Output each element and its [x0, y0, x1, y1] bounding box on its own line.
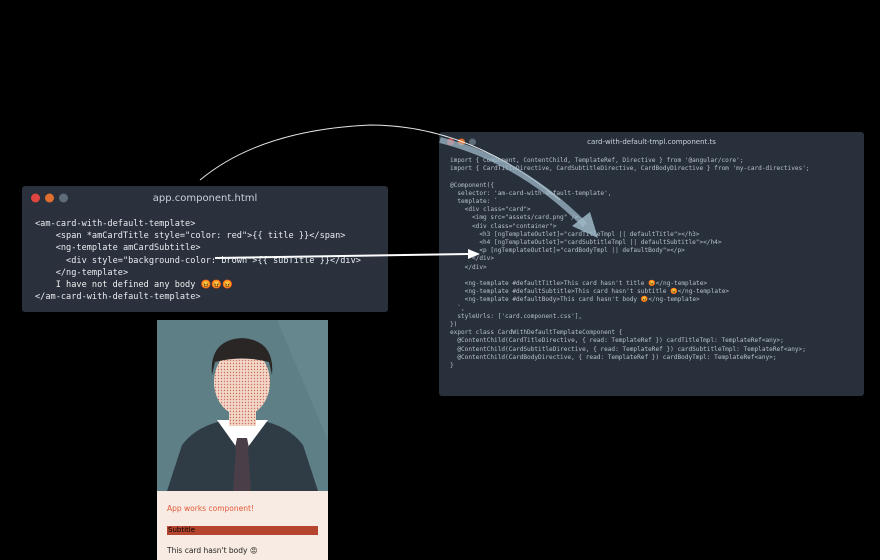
- app-component-window: app.component.html <am-card-with-default…: [22, 186, 388, 312]
- code-line: @Component({: [450, 181, 495, 189]
- card-body: This card hasn't body 😡: [167, 546, 258, 555]
- code-line: `,: [450, 304, 465, 312]
- window-controls: [31, 193, 68, 203]
- maximize-dot-icon[interactable]: [469, 138, 476, 146]
- code-editor[interactable]: import { Component, ContentChild, Templa…: [439, 152, 864, 370]
- window-controls: [447, 138, 476, 146]
- card-title: App works component!: [167, 504, 254, 513]
- code-line: </div>: [450, 255, 495, 263]
- code-line: import { Component, ContentChild, Templa…: [450, 157, 744, 164]
- code-line: </ng-template>: [35, 267, 129, 278]
- code-line: <div class="container">: [450, 222, 557, 230]
- window-title: card-with-default-tmpl.component.ts: [587, 138, 716, 146]
- avatar-illustration-icon: [157, 320, 328, 491]
- window-titlebar: card-with-default-tmpl.component.ts: [439, 132, 864, 152]
- code-line: <span *amCardTitle style="color: red">{{…: [35, 231, 346, 242]
- code-line: <img src="assets/card.png" />: [450, 214, 579, 222]
- minimize-dot-icon[interactable]: [45, 193, 54, 203]
- code-line: <p [ngTemplateOutlet]="cardBodyTmpl || d…: [450, 247, 685, 255]
- card-preview: App works component! Subtitle This card …: [157, 320, 328, 560]
- code-line: selector: 'am-card-with-default-template…: [450, 189, 612, 197]
- maximize-dot-icon[interactable]: [59, 193, 68, 203]
- code-line: I have not defined any body 😡😡😡: [35, 280, 233, 291]
- code-line: <am-card-with-default-template>: [35, 219, 196, 229]
- code-line: <h4 [ngTemplateOutlet]="cardSubtitleTmpl…: [450, 239, 722, 247]
- code-line: export class CardWithDefaultTemplateComp…: [450, 329, 623, 337]
- window-titlebar: app.component.html: [22, 186, 388, 210]
- code-line: import { CardTitleDirective, CardSubtitl…: [450, 165, 810, 173]
- code-line: <h3 [ngTemplateOutlet]="cardTitleTmpl ||…: [450, 230, 700, 238]
- card-component-window: card-with-default-tmpl.component.ts impo…: [439, 132, 864, 396]
- code-line: </am-card-with-default-template>: [35, 292, 201, 303]
- close-dot-icon[interactable]: [447, 138, 454, 146]
- code-line: @ContentChild(CardBodyDirective, { read:…: [450, 353, 777, 361]
- code-line: <ng-template #defaultTitle>This card has…: [450, 280, 708, 288]
- code-line: template: `: [450, 198, 498, 206]
- minimize-dot-icon[interactable]: [458, 138, 465, 146]
- code-line: @ContentChild(CardTitleDirective, { read…: [450, 337, 784, 345]
- code-line: @ContentChild(CardSubtitleDirective, { r…: [450, 345, 806, 353]
- code-line: }): [450, 321, 458, 329]
- close-dot-icon[interactable]: [31, 193, 40, 203]
- code-line: <div style="background-color: brown">{{ …: [35, 255, 361, 266]
- card-container: App works component! Subtitle This card …: [157, 491, 328, 560]
- window-title: app.component.html: [152, 192, 258, 204]
- code-line: <ng-template #defaultSubtitle>This card …: [450, 288, 730, 296]
- code-line: }: [450, 362, 454, 370]
- code-line: <ng-template amCardSubtitle>: [35, 243, 201, 254]
- code-line: <div class="card">: [450, 206, 531, 214]
- code-line: <ng-template #defaultBody>This card hasn…: [450, 296, 700, 304]
- code-editor[interactable]: <am-card-with-default-template> <span *a…: [22, 210, 388, 303]
- card-subtitle: Subtitle: [167, 526, 318, 535]
- code-line: styleUrls: ['card.component.css'],: [450, 312, 583, 320]
- code-line: </div>: [450, 263, 487, 271]
